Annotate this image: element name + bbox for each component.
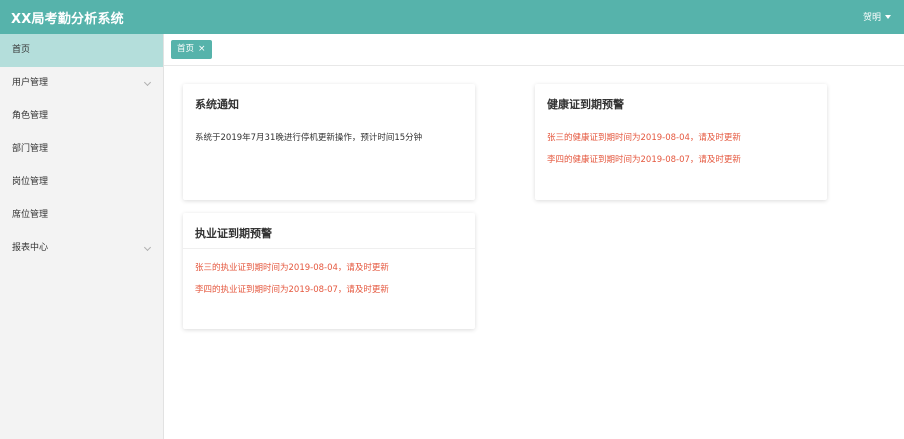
notice-text: 系统于2019年7月31晚进行停机更新操作，预计时间15分钟 xyxy=(195,133,423,143)
user-name: 贺明 xyxy=(862,13,881,23)
sidebar-item-user-management[interactable]: 用户管理 xyxy=(0,67,163,100)
sidebar-item-label: 部门管理 xyxy=(12,144,49,154)
warning-item: 李四的执业证到期时间为2019-08-07，请及时更新 xyxy=(195,285,389,295)
sidebar-item-label: 角色管理 xyxy=(12,111,49,121)
warning-item: 张三的健康证到期时间为2019-08-04，请及时更新 xyxy=(547,133,741,143)
sidebar-item-label: 席位管理 xyxy=(12,210,49,220)
sidebar-item-label: 岗位管理 xyxy=(12,177,49,187)
sidebar-item-report-center[interactable]: 报表中心 xyxy=(0,232,163,265)
top-header: XX局考勤分析系统 贺明 xyxy=(0,0,904,34)
notice-card: 系统通知 系统于2019年7月31晚进行停机更新操作，预计时间15分钟 xyxy=(183,84,475,200)
sidebar-item-seat-management[interactable]: 席位管理 xyxy=(0,199,163,232)
card-title: 健康证到期预警 xyxy=(547,98,624,111)
sidebar-item-label: 报表中心 xyxy=(12,243,49,253)
card-title: 系统通知 xyxy=(195,98,239,111)
sidebar-item-department-management[interactable]: 部门管理 xyxy=(0,133,163,166)
chevron-down-icon xyxy=(143,78,152,87)
app-title: XX局考勤分析系统 xyxy=(11,12,124,27)
sidebar-item-label: 用户管理 xyxy=(12,78,49,88)
license-warning-card: 执业证到期预警 张三的执业证到期时间为2019-08-04，请及时更新 李四的执… xyxy=(183,213,475,329)
tab-home[interactable]: 首页 × xyxy=(171,40,212,59)
sidebar-item-label: 首页 xyxy=(12,45,31,55)
tab-bar: 首页 × xyxy=(164,34,904,66)
warning-item: 张三的执业证到期时间为2019-08-04，请及时更新 xyxy=(195,263,389,273)
chevron-down-icon xyxy=(143,243,152,252)
sidebar-item-post-management[interactable]: 岗位管理 xyxy=(0,166,163,199)
card-divider xyxy=(183,248,475,249)
health-warning-card: 健康证到期预警 张三的健康证到期时间为2019-08-04，请及时更新 李四的健… xyxy=(535,84,827,200)
card-title: 执业证到期预警 xyxy=(195,227,272,240)
close-icon[interactable]: × xyxy=(198,44,206,54)
sidebar-item-role-management[interactable]: 角色管理 xyxy=(0,100,163,133)
sidebar: 首页 用户管理 角色管理 部门管理 岗位管理 席位管理 报表中心 xyxy=(0,34,164,439)
user-menu[interactable]: 贺明 xyxy=(863,10,891,23)
sidebar-item-home[interactable]: 首页 xyxy=(0,34,163,67)
caret-down-icon xyxy=(885,14,891,19)
warning-item: 李四的健康证到期时间为2019-08-07，请及时更新 xyxy=(547,155,741,165)
tab-label: 首页 xyxy=(177,44,195,54)
